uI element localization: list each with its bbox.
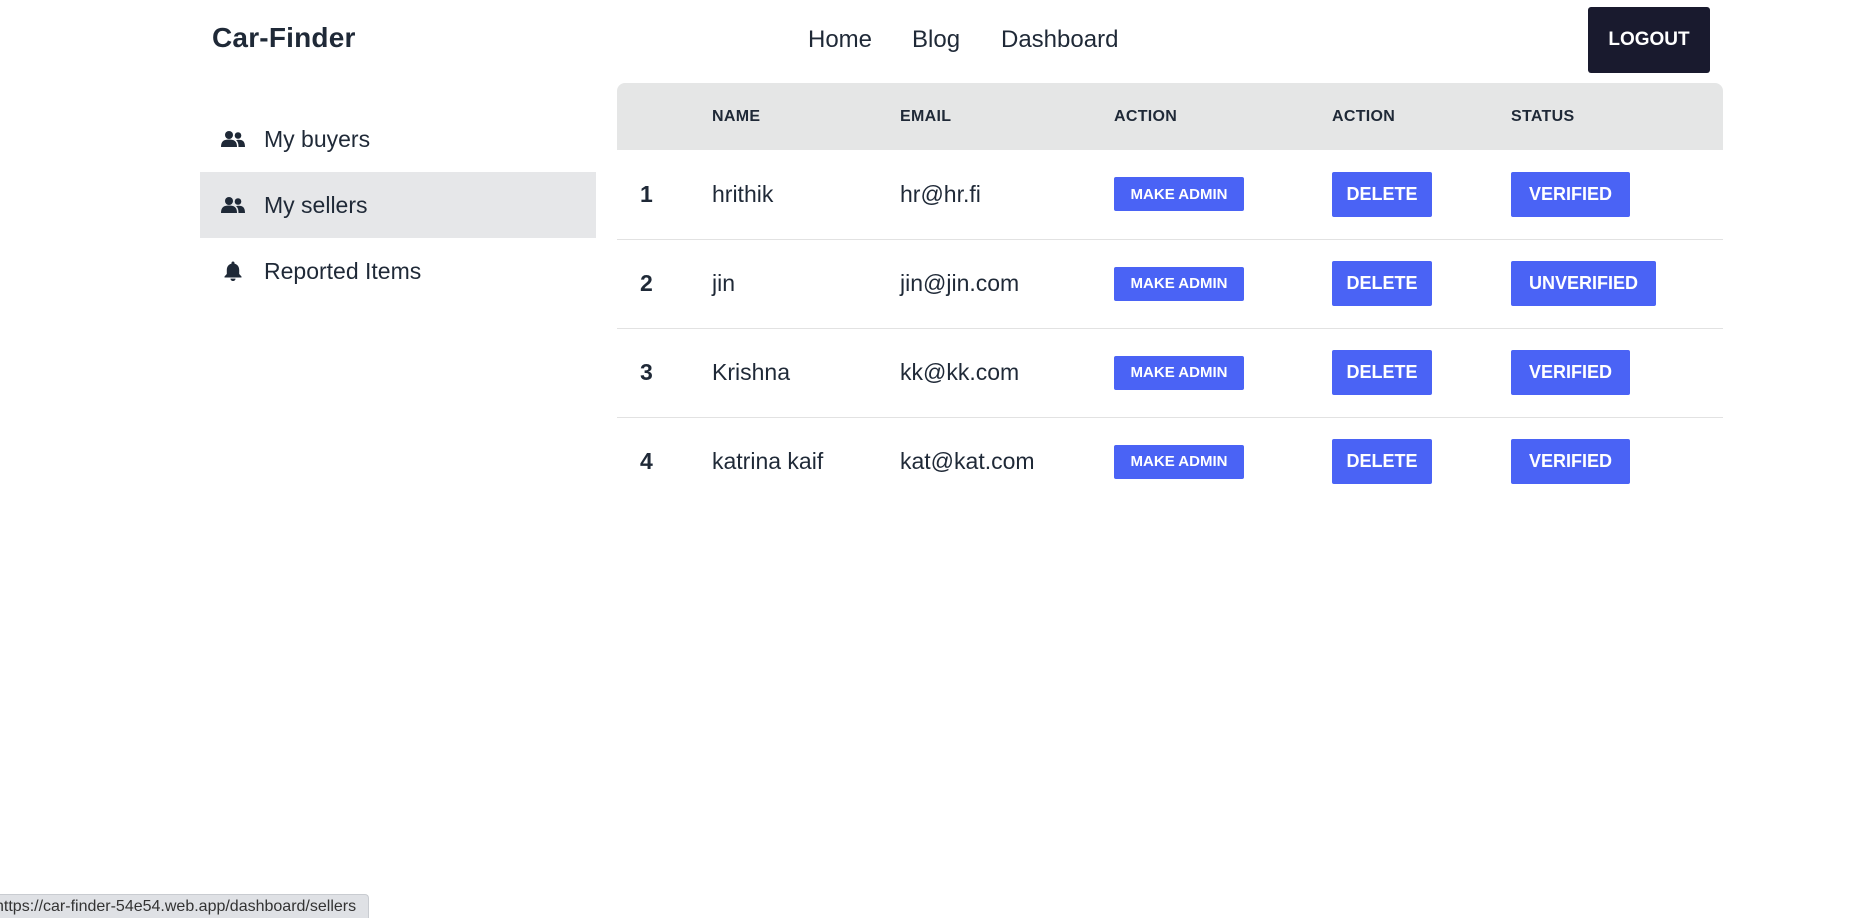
status-bar-url: https://car-finder-54e54.web.app/dashboa… (0, 898, 357, 915)
delete-button[interactable]: DELETE (1332, 439, 1432, 485)
status-button[interactable]: VERIFIED (1511, 350, 1631, 395)
nav-home[interactable]: Home (808, 26, 872, 54)
sidebar-item-my-sellers[interactable]: My sellers (200, 172, 596, 238)
column-header-status: STATUS (1511, 107, 1575, 125)
bell-icon (220, 260, 246, 282)
app-root: Car-Finder Home Blog Dashboard LOGOUT My… (0, 0, 1856, 918)
row-number: 3 (640, 359, 653, 385)
seller-name: jin (712, 270, 736, 296)
seller-name: Krishna (712, 359, 790, 385)
row-number: 2 (640, 270, 653, 296)
nav-blog[interactable]: Blog (912, 26, 960, 54)
seller-name: katrina kaif (712, 448, 824, 475)
seller-email: kk@kk.com (900, 359, 1020, 385)
seller-email: kat@kat.com (900, 448, 1035, 475)
row-number: 4 (640, 448, 653, 475)
status-button[interactable]: VERIFIED (1511, 171, 1631, 217)
users-icon (220, 194, 246, 216)
status-button[interactable]: UNVERIFIED (1511, 261, 1657, 306)
logout-button[interactable]: LOGOUT (1588, 7, 1710, 73)
sidebar-item-label: My buyers (264, 125, 371, 152)
sidebar-item-reported-items[interactable]: Reported Items (200, 238, 596, 304)
make-admin-button[interactable]: MAKE ADMIN (1114, 444, 1244, 479)
delete-button[interactable]: DELETE (1332, 350, 1432, 395)
make-admin-button[interactable]: MAKE ADMIN (1114, 355, 1244, 390)
seller-email: jin@jin.com (900, 270, 1020, 296)
column-header-email: EMAIL (900, 107, 952, 125)
column-header-index (617, 83, 712, 150)
make-admin-button[interactable]: MAKE ADMIN (1114, 177, 1244, 212)
sidebar-item-my-buyers[interactable]: My buyers (200, 106, 596, 172)
table-row: 4 katrina kaif kat@kat.com MAKE ADMIN DE… (617, 417, 1723, 506)
sidebar-item-label: My sellers (264, 191, 368, 218)
seller-name: hrithik (712, 180, 774, 207)
sidebar: My buyers My sellers Reported Items (200, 106, 596, 304)
make-admin-button[interactable]: MAKE ADMIN (1114, 266, 1244, 301)
table-header-row: NAME EMAIL ACTION ACTION STATUS (617, 83, 1723, 150)
seller-email: hr@hr.fi (900, 180, 981, 207)
row-number: 1 (640, 180, 653, 207)
table-row: 1 hrithik hr@hr.fi MAKE ADMIN DELETE VER… (617, 150, 1723, 239)
delete-button[interactable]: DELETE (1332, 171, 1432, 217)
nav-dashboard[interactable]: Dashboard (1001, 26, 1118, 54)
status-button[interactable]: VERIFIED (1511, 439, 1631, 485)
sellers-table: NAME EMAIL ACTION ACTION STATUS 1 hrithi… (617, 83, 1723, 506)
main-nav: Home Blog Dashboard (0, 26, 1856, 58)
table-row: 2 jin jin@jin.com MAKE ADMIN DELETE UNVE… (617, 239, 1723, 328)
table-row: 3 Krishna kk@kk.com MAKE ADMIN DELETE VE… (617, 328, 1723, 417)
sidebar-item-label: Reported Items (264, 257, 422, 284)
column-header-action-delete: ACTION (1332, 107, 1396, 125)
column-header-name: NAME (712, 107, 761, 125)
sellers-table-container: NAME EMAIL ACTION ACTION STATUS 1 hrithi… (617, 83, 1723, 506)
column-header-action-admin: ACTION (1114, 107, 1178, 125)
users-icon (220, 128, 246, 150)
browser-status-bar: https://car-finder-54e54.web.app/dashboa… (0, 894, 370, 918)
delete-button[interactable]: DELETE (1332, 261, 1432, 306)
